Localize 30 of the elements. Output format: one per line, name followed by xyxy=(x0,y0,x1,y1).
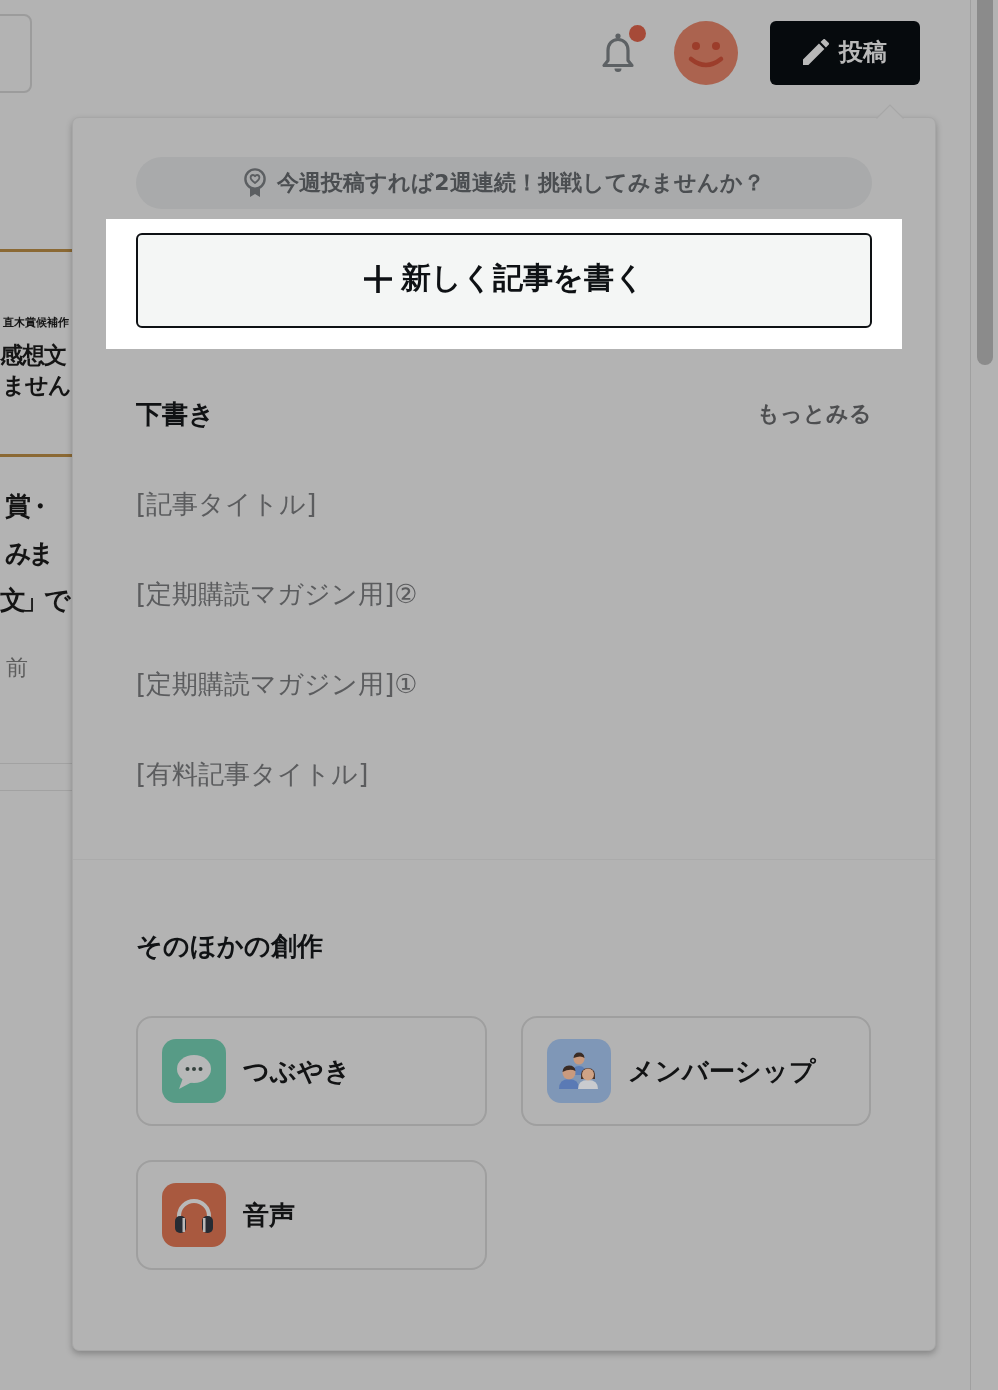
pencil-icon xyxy=(803,39,829,65)
creation-option-button[interactable]: つぶやき xyxy=(136,1016,487,1126)
speech-bubble-icon xyxy=(162,1039,226,1103)
plus-icon xyxy=(363,263,393,294)
people-icon xyxy=(547,1039,611,1103)
draft-item[interactable]: [記事タイトル] xyxy=(136,487,317,521)
streak-message: 今週投稿すれば2週連続！挑戦してみませんか？ xyxy=(277,169,765,197)
article-title-line: 賞・ xyxy=(4,490,49,523)
draft-item[interactable]: [定期購読マガジン用]① xyxy=(136,667,418,701)
creation-option-button[interactable]: メンバーシップ xyxy=(521,1016,871,1126)
streak-banner[interactable]: 今週投稿すれば2週連続！挑戦してみませんか？ xyxy=(136,157,872,209)
more-link[interactable]: もっとみる xyxy=(757,399,872,429)
section-heading: そのほかの創作 xyxy=(136,930,323,963)
banner-caption: 直木賞候補作 xyxy=(2,316,69,330)
article-title-line: みま xyxy=(4,537,51,570)
banner-title-line: 感想文 xyxy=(0,341,66,370)
new-article-button[interactable]: 新しく記事を書く xyxy=(136,233,872,328)
banner-title-line: ません xyxy=(1,371,71,400)
bell-icon[interactable] xyxy=(600,33,636,73)
draft-item[interactable]: [定期購読マガジン用]② xyxy=(136,577,418,611)
headphones-icon xyxy=(162,1183,226,1247)
article-title-line: 文」で xyxy=(0,584,67,617)
creation-option-button[interactable]: 音声 xyxy=(136,1160,487,1270)
draft-item[interactable]: [有料記事タイトル] xyxy=(136,757,369,791)
smiley-avatar-icon[interactable] xyxy=(674,21,738,85)
post-button[interactable]: 投稿 xyxy=(770,21,920,85)
section-heading: 下書き xyxy=(136,398,215,431)
article-date: 前 xyxy=(5,654,28,682)
scrollbar-thumb[interactable] xyxy=(977,0,993,365)
ribbon-badge-icon xyxy=(243,168,268,198)
